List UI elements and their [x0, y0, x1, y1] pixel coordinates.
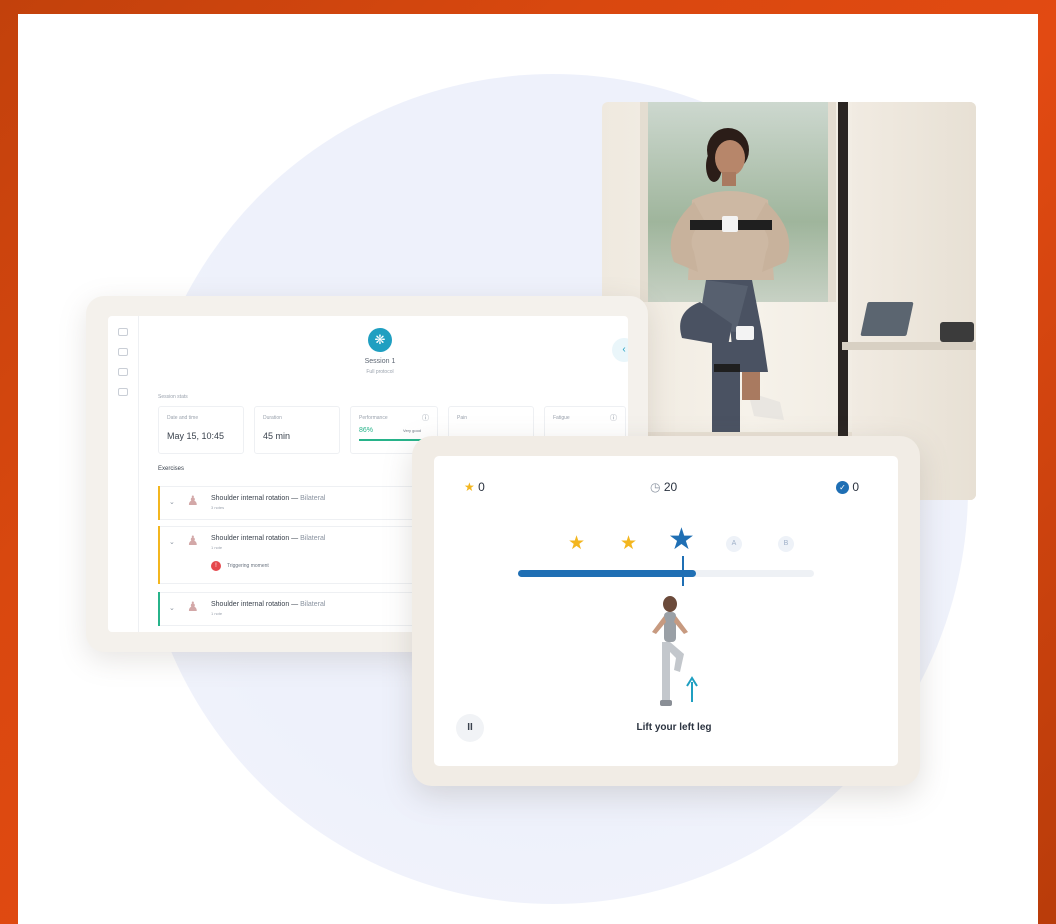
row-accent [158, 486, 160, 520]
info-icon[interactable]: ⓘ [610, 413, 617, 423]
exercise-name: Shoulder internal rotation — Bilateral [211, 535, 326, 542]
game-tablet: ★ 0 ◷ 20 ✓ 0 ★ ★ ★ A B II Lift your left… [412, 436, 920, 786]
exercise-figure-icon: ♟ [187, 493, 199, 508]
rating-star: ★ [568, 533, 586, 554]
row-accent [158, 592, 160, 626]
info-icon[interactable]: ⓘ [422, 413, 429, 423]
exercise-note: 1 note [211, 545, 223, 550]
chevron-icon: ‹ [622, 344, 626, 355]
timer: ◷ 20 [650, 480, 677, 494]
performance-value: 86% [359, 427, 374, 434]
stat-value: May 15, 10:45 [167, 431, 225, 441]
check-icon: ✓ [836, 481, 849, 494]
exercises-label: Exercises [158, 466, 185, 472]
hero-card: ❋ Session 1 Full protocol ‹ Session stat… [18, 14, 1038, 924]
rating-star-current: ★ [668, 523, 695, 556]
completed-counter: ✓ 0 [836, 480, 859, 494]
nav-settings-icon[interactable] [118, 388, 128, 396]
rating-step: A [726, 536, 742, 552]
completed-count: 0 [852, 480, 860, 494]
stars-count: 0 [478, 480, 485, 494]
stat-label: Performance [359, 415, 388, 421]
chevron-down-icon[interactable]: ⌄ [169, 498, 175, 506]
rating-star: ★ [620, 533, 638, 554]
nav-home-icon[interactable] [118, 328, 128, 336]
progress-fill [518, 570, 696, 577]
side-rail [108, 316, 139, 632]
stat-label: Fatigue [553, 415, 570, 421]
stat-label: Pain [457, 415, 468, 421]
stat-card-date: Date and time May 15, 10:45 [158, 406, 244, 454]
exercise-figure-icon: ♟ [187, 533, 199, 548]
star-icon: ★ [464, 480, 475, 494]
row-accent [158, 526, 160, 584]
exercise-note: 3 notes [211, 505, 225, 510]
rating-step: B [778, 536, 794, 552]
exercise-name: Shoulder internal rotation — Bilateral [211, 495, 326, 502]
stat-label: Date and time [167, 415, 199, 421]
session-title: Session 1 [364, 358, 396, 365]
nav-patients-icon[interactable] [118, 348, 128, 356]
exercise-avatar [652, 596, 698, 706]
exercise-instruction: Lift your left leg [636, 722, 712, 733]
session-logo-icon: ❋ [368, 328, 392, 352]
collapse-button[interactable]: ‹ [612, 338, 628, 362]
progress-marker [682, 556, 684, 586]
alert-text: Triggering moment [227, 563, 269, 569]
alert-icon: ! [211, 561, 221, 571]
nav-sessions-icon[interactable] [118, 368, 128, 376]
timer-value: 20 [663, 480, 678, 494]
chevron-down-icon[interactable]: ⌄ [169, 538, 175, 546]
game-screen: ★ 0 ◷ 20 ✓ 0 ★ ★ ★ A B II Lift your left… [434, 456, 898, 766]
section-label: Session stats [158, 394, 188, 400]
stars-counter: ★ 0 [464, 480, 485, 494]
exercise-figure-icon: ♟ [187, 599, 199, 614]
progress-track [518, 570, 814, 577]
pause-button[interactable]: II [456, 714, 484, 742]
performance-tag: Very good [403, 428, 422, 433]
stat-label: Duration [263, 415, 282, 421]
exercise-note: 1 note [211, 611, 223, 616]
stat-value: 45 min [263, 431, 291, 441]
exercise-name: Shoulder internal rotation — Bilateral [211, 601, 326, 608]
stat-card-duration: Duration 45 min [254, 406, 340, 454]
clock-icon: ◷ [650, 480, 661, 494]
session-subtitle: Full protocol [366, 369, 394, 375]
chevron-down-icon[interactable]: ⌄ [169, 604, 175, 612]
